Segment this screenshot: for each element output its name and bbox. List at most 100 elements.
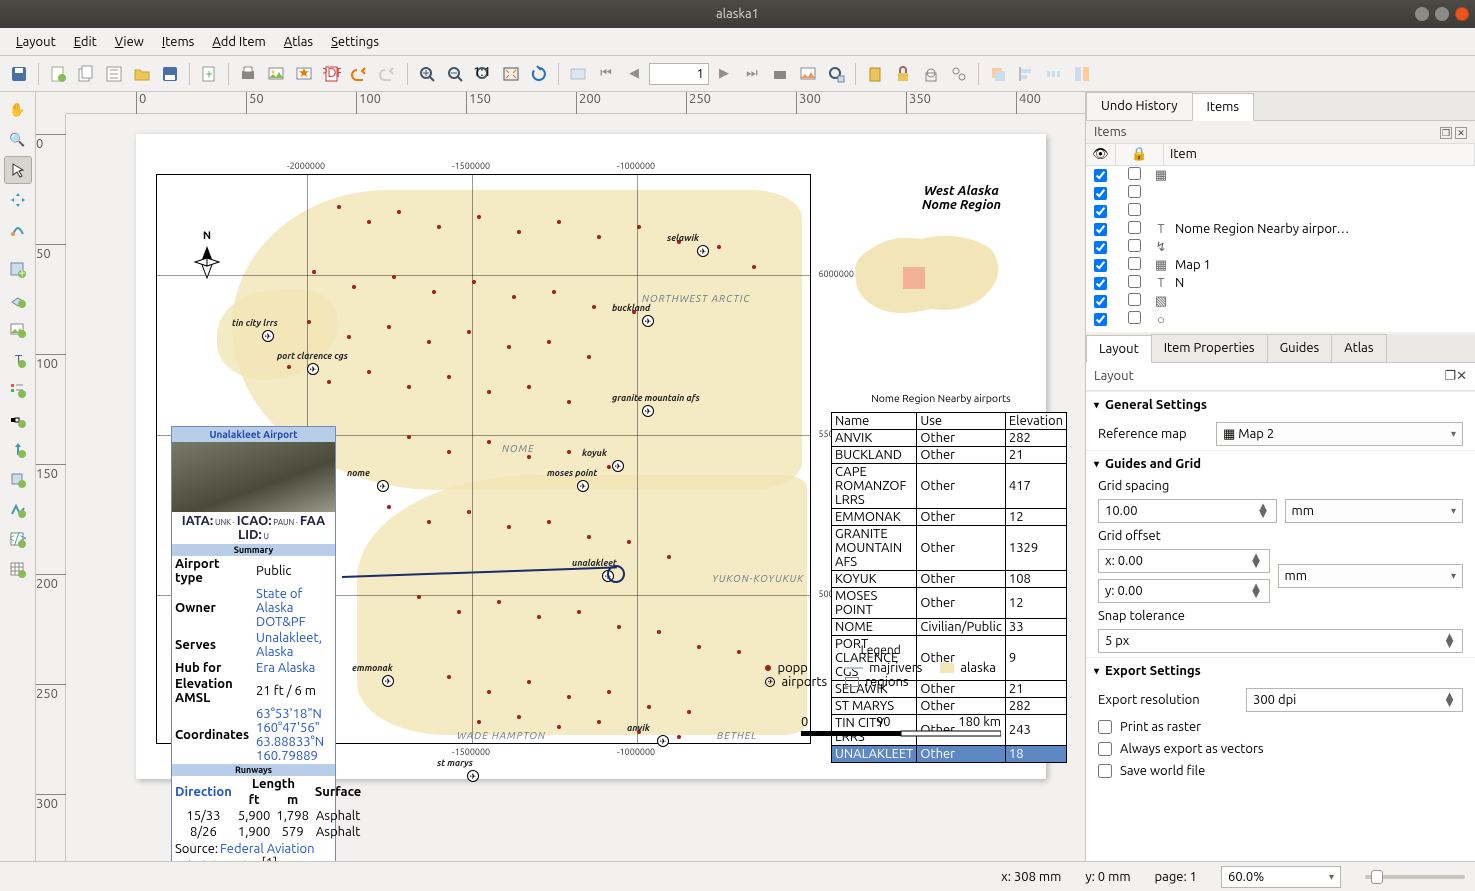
add-table-icon[interactable]	[4, 556, 32, 584]
list-item[interactable]	[1086, 202, 1475, 220]
tab-items[interactable]: Items	[1192, 93, 1254, 121]
save-icon[interactable]	[6, 61, 32, 87]
add-html-icon[interactable]: </>	[4, 526, 32, 554]
zoom-full-icon[interactable]	[498, 61, 524, 87]
resize-icon[interactable]	[1069, 61, 1095, 87]
next-feature-icon[interactable]: ▶	[711, 61, 737, 87]
group-icon[interactable]	[946, 61, 972, 87]
section-general-settings[interactable]: General Settings	[1086, 391, 1475, 418]
edit-nodes-tool-icon[interactable]	[4, 216, 32, 244]
add-label-icon[interactable]: T	[4, 346, 32, 374]
list-item[interactable]: TNome Region Nearby airpor…	[1086, 220, 1475, 238]
panel-undock-icon[interactable]: ❐	[1444, 369, 1456, 383]
menu-atlas[interactable]: Atlas	[276, 31, 321, 53]
add-from-template-icon[interactable]: +	[196, 61, 222, 87]
last-feature-icon[interactable]: ⏭	[739, 61, 765, 87]
atlas-settings-icon[interactable]	[823, 61, 849, 87]
pan-layout-icon[interactable]	[565, 61, 591, 87]
add-legend-icon[interactable]	[4, 376, 32, 404]
grid-offset-x-input[interactable]: x: 0.00▲▼	[1098, 549, 1270, 573]
tab-atlas[interactable]: Atlas	[1331, 334, 1386, 362]
section-guides-grid[interactable]: Guides and Grid	[1086, 450, 1475, 477]
canvas-scroll[interactable]: -2000000 -1500000 -1000000 -2000000 -150…	[66, 114, 1085, 861]
print-icon[interactable]	[235, 61, 261, 87]
tab-guides[interactable]: Guides	[1267, 334, 1333, 362]
paste-icon[interactable]	[862, 61, 888, 87]
save-template-icon[interactable]	[157, 61, 183, 87]
grid-spacing-unit-dropdown[interactable]: mm	[1285, 499, 1464, 523]
print-atlas-icon[interactable]	[767, 61, 793, 87]
layout-manager-icon[interactable]	[101, 61, 127, 87]
grid-spacing-input[interactable]: 10.00▲▼	[1098, 499, 1277, 523]
grid-offset-unit-dropdown[interactable]: mm	[1278, 564, 1464, 588]
section-export-settings[interactable]: Export Settings	[1086, 657, 1475, 684]
menu-settings[interactable]: Settings	[323, 31, 387, 53]
open-template-icon[interactable]	[129, 61, 155, 87]
reference-map-dropdown[interactable]: ▦ Map 2	[1216, 422, 1463, 446]
export-resolution-input[interactable]: 300 dpi▲▼	[1246, 688, 1463, 712]
zoom-slider[interactable]	[1365, 875, 1465, 879]
list-item[interactable]: ○	[1086, 310, 1475, 328]
legend[interactable]: Legend popp ✈airports majrivers regions …	[765, 644, 996, 689]
align-left-icon[interactable]	[1013, 61, 1039, 87]
save-world-file-checkbox[interactable]	[1098, 764, 1112, 778]
grid-offset-y-input[interactable]: y: 0.00▲▼	[1098, 579, 1270, 603]
prev-feature-icon[interactable]: ◀	[621, 61, 647, 87]
add-node-item-icon[interactable]	[4, 496, 32, 524]
unlock-icon[interactable]	[918, 61, 944, 87]
add-map-icon[interactable]: +	[4, 256, 32, 284]
menu-layout[interactable]: Layout	[8, 31, 64, 53]
export-image-icon[interactable]	[263, 61, 289, 87]
inset-map[interactable]	[841, 219, 1011, 329]
list-item[interactable]: ▦	[1086, 166, 1475, 184]
refresh-icon[interactable]	[526, 61, 552, 87]
zoom-out-icon[interactable]	[442, 61, 468, 87]
add-arrow-tool-icon[interactable]	[4, 436, 32, 464]
export-atlas-image-icon[interactable]	[795, 61, 821, 87]
export-svg-icon[interactable]: ★	[291, 61, 317, 87]
list-item[interactable]: ▦Map 1	[1086, 256, 1475, 274]
window-maximize-button[interactable]	[1435, 7, 1449, 21]
zoom-tool-icon[interactable]: 🔍	[4, 126, 32, 154]
select-tool-icon[interactable]	[4, 156, 32, 184]
add-scalebar-icon[interactable]	[4, 406, 32, 434]
atlas-page-input[interactable]	[649, 63, 709, 85]
layout-properties-panel[interactable]: Layout❐✕ General Settings Reference map …	[1086, 363, 1475, 861]
add-3dmap-icon[interactable]	[4, 286, 32, 314]
list-item[interactable]: ↯	[1086, 238, 1475, 256]
list-item[interactable]: TN	[1086, 274, 1475, 292]
menu-view[interactable]: View	[107, 31, 152, 53]
duplicate-layout-icon[interactable]	[73, 61, 99, 87]
menu-edit[interactable]: Edit	[66, 31, 105, 53]
zoom-in-icon[interactable]	[414, 61, 440, 87]
list-item[interactable]	[1086, 184, 1475, 202]
redo-icon[interactable]	[375, 61, 401, 87]
export-pdf-icon[interactable]: PDF	[319, 61, 345, 87]
export-as-vectors-checkbox[interactable]	[1098, 742, 1112, 756]
snap-tolerance-input[interactable]: 5 px▲▼	[1098, 629, 1463, 653]
print-as-raster-checkbox[interactable]	[1098, 720, 1112, 734]
tab-item-properties[interactable]: Item Properties	[1151, 334, 1268, 362]
add-shape-icon[interactable]	[4, 466, 32, 494]
move-content-tool-icon[interactable]	[4, 186, 32, 214]
panel-undock-icon[interactable]: ❐	[1440, 127, 1452, 139]
panel-close-icon[interactable]: ✕	[1456, 369, 1467, 383]
distribute-icon[interactable]	[1041, 61, 1067, 87]
list-item[interactable]: ▧	[1086, 292, 1475, 310]
menu-items[interactable]: Items	[154, 31, 202, 53]
zoom-combo[interactable]: 60.0%	[1221, 866, 1341, 888]
window-minimize-button[interactable]	[1415, 7, 1429, 21]
attribute-table[interactable]: NameUseElevation ANVIKOther282BUCKLANDOt…	[831, 412, 1067, 763]
lock-icon[interactable]	[890, 61, 916, 87]
undo-icon[interactable]	[347, 61, 373, 87]
first-feature-icon[interactable]: ⏮	[593, 61, 619, 87]
panel-close-icon[interactable]: ✕	[1455, 127, 1467, 139]
tab-undo-history[interactable]: Undo History	[1086, 92, 1193, 120]
tab-layout[interactable]: Layout	[1086, 335, 1152, 363]
new-layout-icon[interactable]	[45, 61, 71, 87]
raise-icon[interactable]	[985, 61, 1011, 87]
html-frame-infobox[interactable]: Unalakleet Airport IATA: UNK · ICAO: PAU…	[171, 426, 336, 861]
layout-page[interactable]: -2000000 -1500000 -1000000 -2000000 -150…	[136, 134, 1046, 779]
items-list[interactable]: ▦ TNome Region Nearby airpor…↯▦Map 1TN▧○	[1086, 166, 1475, 332]
menu-add-item[interactable]: Add Item	[204, 31, 273, 53]
